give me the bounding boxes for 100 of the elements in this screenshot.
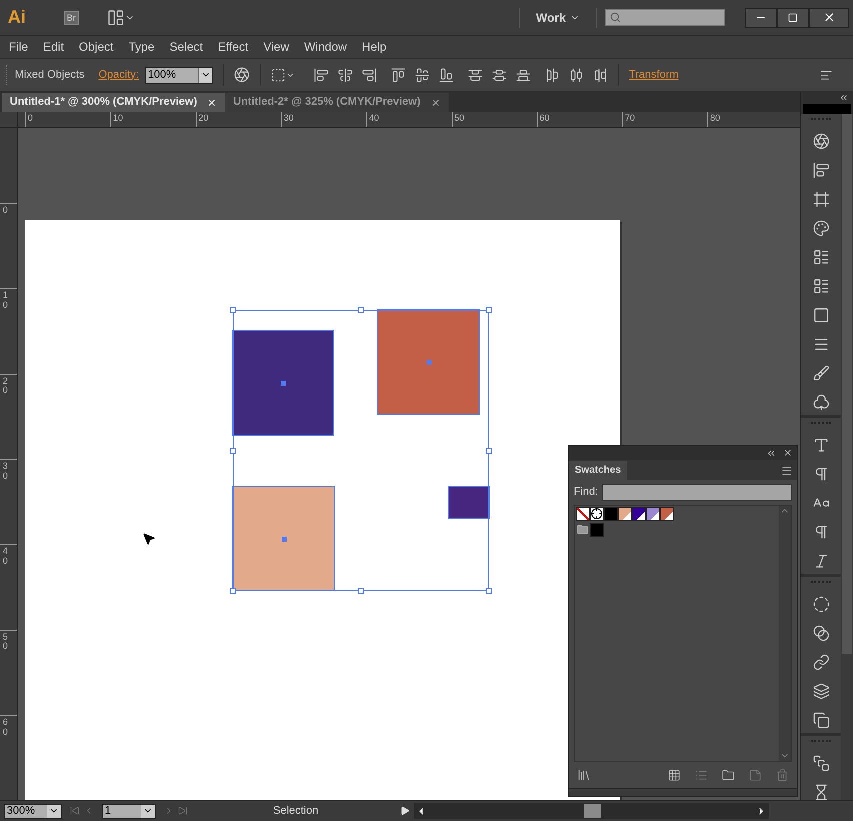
- distribute-right-icon[interactable]: [593, 68, 608, 82]
- distribute-vertical-center-icon[interactable]: [492, 68, 508, 82]
- close-tab-icon[interactable]: [207, 98, 218, 108]
- menu-item[interactable]: View: [264, 38, 290, 56]
- distribute-horizontal-center-icon[interactable]: [569, 68, 584, 82]
- dock-scrollbar[interactable]: [841, 114, 853, 800]
- distribute-left-icon[interactable]: [545, 68, 560, 82]
- bounding-box-icon: [271, 68, 286, 82]
- panel-menu-icon[interactable]: [781, 465, 793, 477]
- align-horizontal-center-icon[interactable]: [338, 68, 354, 82]
- color-swatch[interactable]: [604, 507, 618, 521]
- distribute-top-icon[interactable]: [468, 68, 484, 82]
- close-icon[interactable]: [783, 448, 793, 458]
- selection-handle[interactable]: [486, 307, 492, 313]
- ruler-label: 0: [28, 113, 34, 123]
- close-tab-icon[interactable]: [430, 98, 441, 108]
- ruler-label: 20: [3, 376, 10, 396]
- last-artboard-icon[interactable]: [178, 806, 188, 816]
- ruler-label: 50: [454, 113, 465, 123]
- collapse-dock-icon[interactable]: [839, 93, 849, 103]
- app-logo: Ai: [8, 6, 27, 29]
- link-icon[interactable]: [812, 654, 830, 671]
- none-swatch[interactable]: [576, 507, 590, 521]
- align-vertical-center-icon[interactable]: [415, 68, 430, 82]
- scrollbar[interactable]: [779, 506, 791, 761]
- search-field[interactable]: [605, 9, 725, 26]
- selection-handle[interactable]: [486, 588, 492, 594]
- menu-item[interactable]: Window: [304, 38, 348, 56]
- close-button[interactable]: [809, 8, 849, 28]
- opacity-link[interactable]: Opacity:: [98, 66, 140, 84]
- search-icon: [610, 12, 621, 23]
- color-swatch[interactable]: [590, 523, 604, 537]
- scrollbar-thumb[interactable]: [584, 804, 601, 818]
- arrange-documents-button[interactable]: [107, 8, 135, 26]
- menu-item[interactable]: Select: [170, 38, 204, 56]
- align-right-icon[interactable]: [362, 68, 378, 82]
- find-label: Find:: [574, 485, 598, 500]
- menu-item[interactable]: Effect: [218, 38, 249, 56]
- selection-handle[interactable]: [358, 307, 364, 313]
- document-tab[interactable]: Untitled-1* @ 300% (CMYK/Preview): [2, 93, 226, 112]
- menu-item[interactable]: Object: [79, 38, 114, 56]
- transform-dropdown-button[interactable]: [271, 68, 296, 82]
- stroke-lines-icon[interactable]: [812, 336, 830, 353]
- ruler-label: 60: [3, 718, 10, 738]
- ruler-label: 10: [113, 113, 124, 123]
- panel-menu-icon[interactable]: [820, 68, 833, 82]
- menu-item[interactable]: File: [9, 38, 28, 56]
- folder-icon[interactable]: [722, 768, 735, 782]
- ruler-label: 30: [284, 113, 294, 123]
- ruler-label: 40: [369, 113, 380, 123]
- status-tool-label: Selection: [272, 804, 320, 819]
- brushes-icon[interactable]: [812, 365, 830, 382]
- maximize-icon: [788, 12, 798, 22]
- status-menu-icon[interactable]: [400, 806, 410, 816]
- libraries-menu-icon[interactable]: [577, 768, 591, 782]
- zoom-field[interactable]: 300%: [4, 804, 62, 818]
- maximize-button[interactable]: [777, 8, 809, 28]
- horizontal-scrollbar[interactable]: [414, 803, 769, 819]
- ruler-label: 80: [710, 113, 720, 123]
- layout-icon: [107, 8, 125, 26]
- ruler-label: 10: [3, 291, 10, 312]
- mouse-pointer-icon: [142, 532, 156, 546]
- character-icon[interactable]: [812, 437, 830, 454]
- align-icon[interactable]: [812, 162, 830, 179]
- align-bottom-icon[interactable]: [439, 68, 454, 82]
- selection-handle[interactable]: [230, 588, 236, 594]
- find-field[interactable]: [602, 484, 792, 501]
- ruler-label: 70: [625, 113, 636, 123]
- ruler-label: 40: [3, 547, 10, 567]
- artboard-number-field[interactable]: 1: [102, 804, 156, 818]
- registration-swatch[interactable]: [590, 507, 604, 521]
- align-top-icon[interactable]: [391, 68, 406, 82]
- distribute-bottom-icon[interactable]: [516, 68, 532, 82]
- palette-icon[interactable]: [812, 220, 830, 237]
- folder-icon[interactable]: [576, 523, 590, 537]
- menu-item[interactable]: Edit: [43, 38, 64, 56]
- menu-item[interactable]: Type: [128, 38, 155, 56]
- opacity-field[interactable]: 100%: [145, 66, 214, 84]
- ruler-label: 60: [540, 113, 550, 123]
- align-left-icon[interactable]: [314, 68, 330, 82]
- swatches-tab[interactable]: Swatches: [569, 461, 628, 480]
- transform-link[interactable]: Transform: [629, 66, 679, 84]
- selection-handle[interactable]: [358, 588, 364, 594]
- center-point: [282, 536, 286, 542]
- first-artboard-icon[interactable]: [70, 806, 80, 816]
- ruler-label: 0: [3, 206, 10, 216]
- global-color-swatch[interactable]: [660, 507, 674, 521]
- center-point: [281, 381, 286, 386]
- menu-item[interactable]: Help: [362, 38, 387, 56]
- center-point: [426, 360, 432, 365]
- layers-icon[interactable]: [812, 683, 830, 700]
- rectangle-shape[interactable]: [449, 487, 489, 518]
- club-icon[interactable]: [812, 394, 830, 411]
- workspace-switcher[interactable]: Work: [536, 8, 580, 26]
- selection-type-label: Mixed Objects: [15, 68, 85, 83]
- document-tab[interactable]: Untitled-2* @ 325% (CMYK/Preview): [225, 93, 449, 112]
- ruler-label: 30: [3, 462, 10, 482]
- bridge-button[interactable]: Br: [64, 10, 79, 24]
- ruler-label: 50: [3, 632, 10, 652]
- selection-handle[interactable]: [230, 307, 236, 313]
